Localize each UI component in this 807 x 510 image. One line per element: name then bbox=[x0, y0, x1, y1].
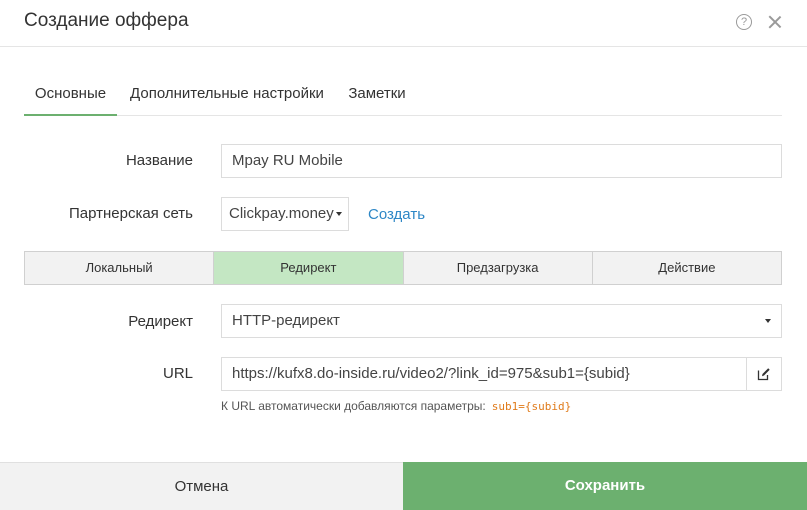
url-label: URL bbox=[162, 365, 193, 382]
create-network-link[interactable]: Создать bbox=[368, 206, 425, 223]
close-icon[interactable] bbox=[766, 13, 784, 31]
network-label: Партнерская сеть bbox=[68, 205, 193, 222]
url-hint-code: sub1={subid} bbox=[491, 400, 572, 413]
segment-action[interactable]: Действие bbox=[593, 252, 781, 284]
dialog-header: Создание оффера ? bbox=[0, 0, 807, 47]
cancel-button[interactable]: Отмена bbox=[0, 462, 403, 510]
segment-redirect[interactable]: Редирект bbox=[214, 252, 404, 284]
caret-down-icon bbox=[336, 212, 342, 216]
redirect-label: Редирект bbox=[128, 313, 193, 330]
network-select[interactable]: Clickpay.money bbox=[221, 197, 349, 231]
dialog-footer: Отмена Сохранить bbox=[0, 462, 807, 510]
url-hint: К URL автоматически добавляются параметр… bbox=[221, 399, 571, 413]
dialog-title: Создание оффера bbox=[24, 10, 189, 31]
name-label: Название bbox=[125, 152, 193, 169]
redirect-select[interactable]: HTTP-редирект bbox=[221, 304, 782, 338]
tab-notes[interactable]: Заметки bbox=[348, 74, 406, 116]
network-select-value: Clickpay.money bbox=[229, 205, 334, 222]
url-hint-text: К URL автоматически добавляются параметр… bbox=[221, 399, 486, 413]
segment-local[interactable]: Локальный bbox=[25, 252, 215, 284]
redirect-select-value: HTTP-редирект bbox=[232, 312, 340, 329]
tab-extra-settings[interactable]: Дополнительные настройки bbox=[130, 74, 324, 116]
caret-down-icon bbox=[765, 319, 771, 323]
name-input[interactable]: Mpay RU Mobile bbox=[221, 144, 782, 178]
url-input[interactable]: https://kufx8.do-inside.ru/video2/?link_… bbox=[221, 357, 747, 391]
edit-icon bbox=[757, 368, 770, 381]
tab-bar: Основные Дополнительные настройки Заметк… bbox=[24, 74, 782, 116]
create-offer-dialog: Создание оффера ? Основные Дополнительны… bbox=[0, 0, 807, 510]
help-icon[interactable]: ? bbox=[736, 14, 752, 30]
save-button[interactable]: Сохранить bbox=[403, 462, 807, 510]
offer-type-segmented-control: Локальный Редирект Предзагрузка Действие bbox=[24, 251, 782, 285]
edit-url-button[interactable] bbox=[746, 357, 782, 391]
segment-preload[interactable]: Предзагрузка bbox=[404, 252, 593, 284]
tab-main[interactable]: Основные bbox=[24, 74, 117, 116]
